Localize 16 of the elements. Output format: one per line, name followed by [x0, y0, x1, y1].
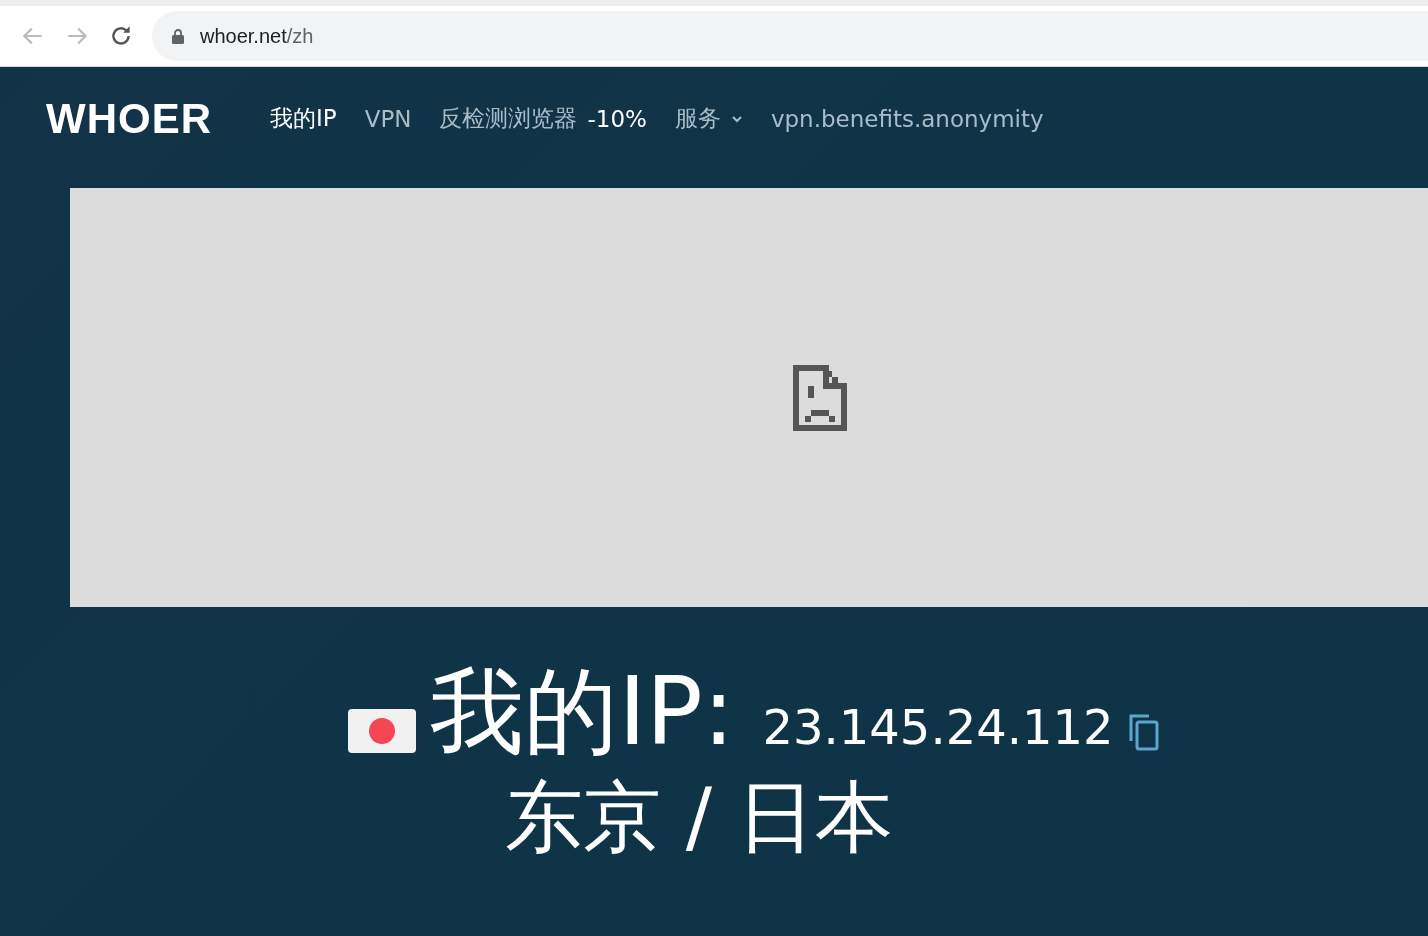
- site-logo[interactable]: WHOER: [46, 94, 212, 143]
- ip-address: 23.145.24.112: [762, 699, 1114, 755]
- url-text: whoer.net/zh: [200, 24, 314, 48]
- nav-dropdown[interactable]: 服务: [674, 103, 743, 134]
- nav-link[interactable]: 反检测浏览器 -10%: [439, 103, 647, 134]
- location-text: 东京 / 日本: [505, 771, 893, 864]
- copy-icon[interactable]: [1127, 713, 1160, 751]
- broken-image-icon: [793, 364, 847, 431]
- nav-link[interactable]: vpn.benefits.anonymity: [770, 105, 1044, 132]
- chevron-down-icon: [730, 114, 743, 123]
- address-bar[interactable]: whoer.net/zh: [152, 11, 1428, 61]
- lock-icon: [172, 28, 184, 44]
- nav-link[interactable]: 我的IP: [270, 103, 337, 134]
- japan-flag-icon: [348, 709, 417, 753]
- ip-heading: 我的IP:: [430, 657, 735, 767]
- nav-link[interactable]: VPN: [364, 105, 412, 132]
